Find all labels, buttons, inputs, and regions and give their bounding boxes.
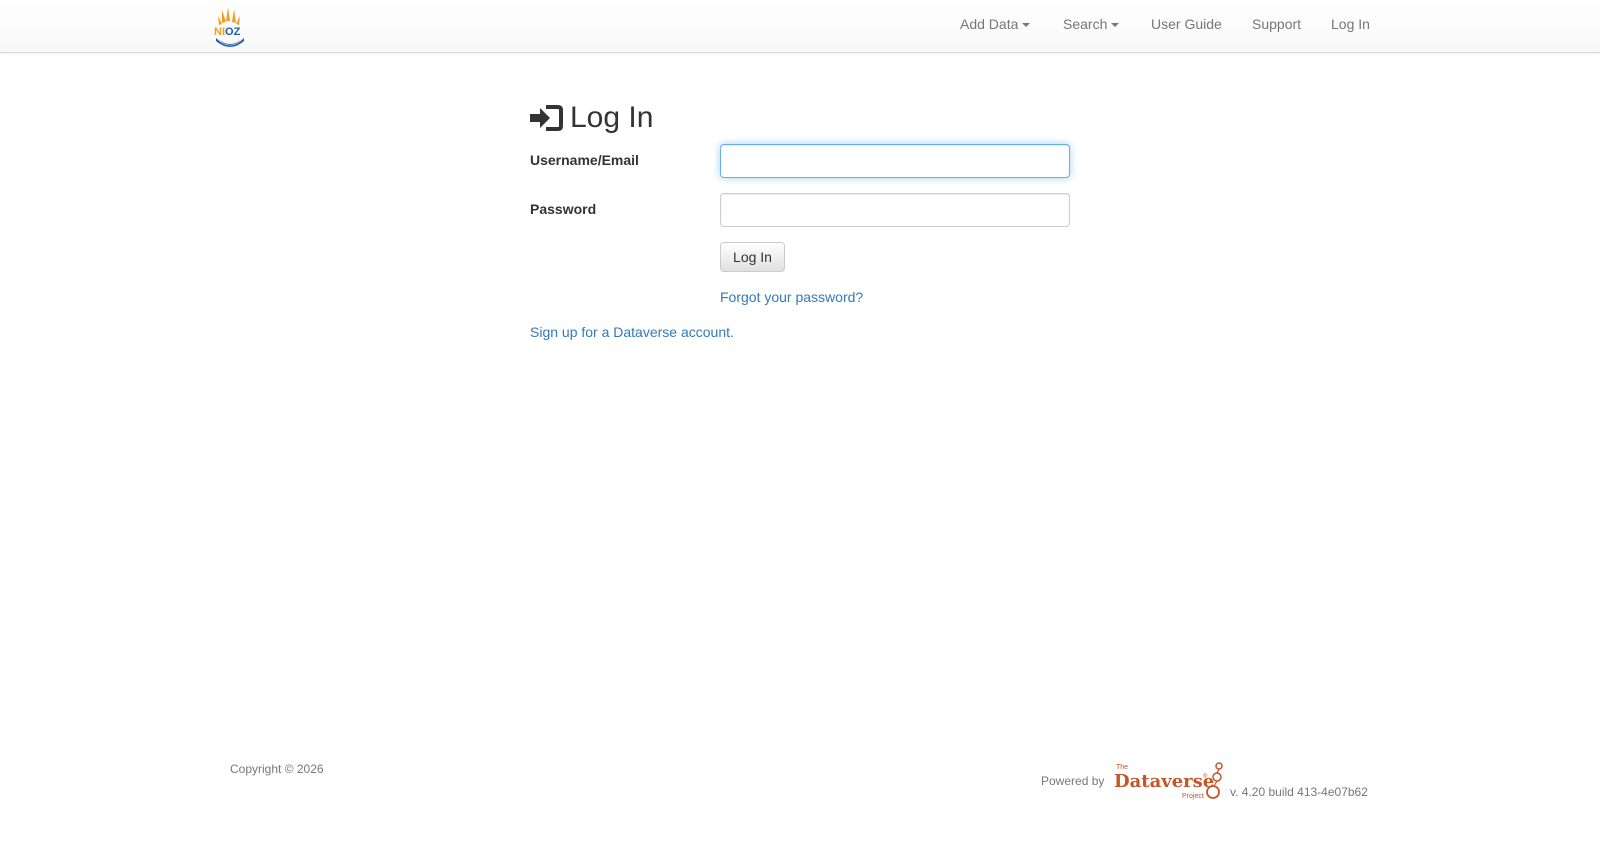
top-navbar: NIOZ Add Data Search User Guide Support … [0, 0, 1600, 53]
dataverse-logo-reg: ® [1203, 773, 1208, 780]
dataverse-logo-project: Project [1182, 793, 1204, 800]
dataverse-logo-name: Dataverse [1114, 771, 1214, 792]
powered-by: Powered by [1041, 774, 1105, 788]
nav-add-data[interactable]: Add Data [960, 16, 1031, 32]
page-title: Log In [530, 98, 653, 138]
nav-log-in[interactable]: Log In [1331, 16, 1370, 32]
password-label: Password [530, 201, 597, 217]
nioz-logo-text: NIOZ [214, 26, 241, 38]
username-label: Username/Email [530, 152, 639, 168]
nav-search[interactable]: Search [1063, 16, 1120, 32]
nav-search-label: Search [1063, 16, 1108, 32]
dataverse-logo[interactable]: The Dataverse ® Project [1114, 761, 1228, 801]
nav-add-data-label: Add Data [960, 16, 1019, 32]
caret-down-icon [1111, 23, 1120, 28]
sign-in-icon [530, 105, 563, 131]
copyright: Copyright © 2026 [230, 762, 324, 776]
username-input[interactable] [720, 144, 1070, 178]
forgot-password-link[interactable]: Forgot your password? [720, 289, 863, 305]
login-button[interactable]: Log In [720, 242, 785, 272]
caret-down-icon [1022, 23, 1031, 28]
nav-user-guide[interactable]: User Guide [1151, 16, 1222, 32]
password-input[interactable] [720, 193, 1070, 227]
signup-link[interactable]: Sign up for a Dataverse account. [530, 324, 734, 340]
nav-support[interactable]: Support [1252, 16, 1301, 32]
page-title-text: Log In [570, 101, 654, 134]
version-text: v. 4.20 build 413-4e07b62 [1230, 785, 1368, 799]
dataverse-logo-the: The [1116, 764, 1128, 771]
nioz-logo[interactable]: NIOZ [214, 3, 246, 49]
